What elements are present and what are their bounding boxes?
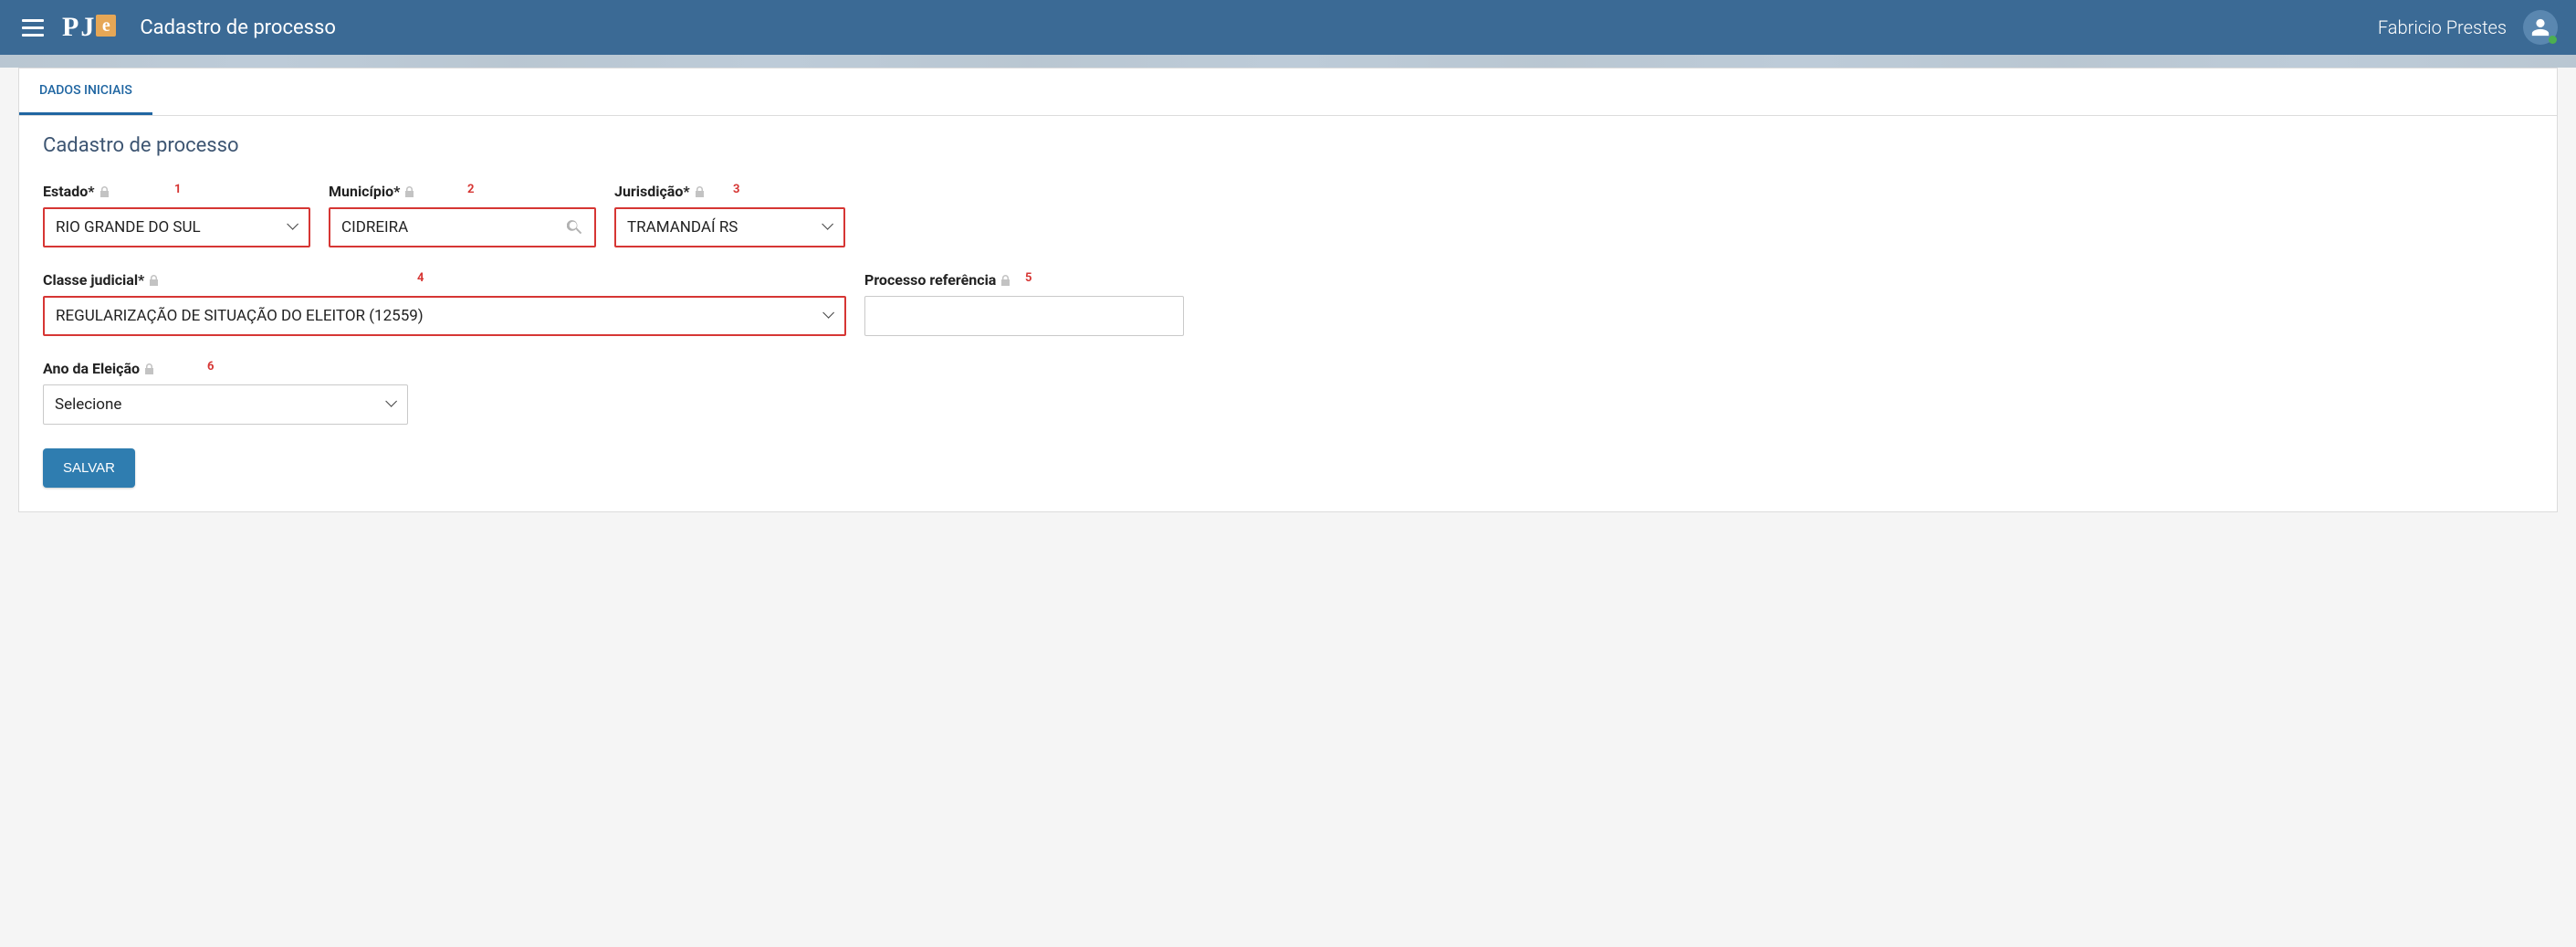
label-estado-text: Estado* [43, 183, 95, 200]
main-card: DADOS INICIAIS Cadastro de processo 1 Es… [18, 68, 2558, 512]
logo-letter-j: J [80, 12, 94, 43]
field-ano-eleicao: 6 Ano da Eleição Selecione [43, 360, 408, 425]
select-estado-value: RIO GRANDE DO SUL [56, 218, 201, 237]
lock-icon [145, 363, 154, 374]
field-classe-judicial: 4 Classe judicial* REGULARIZAÇÃO DE SITU… [43, 271, 846, 336]
content-wrapper: DADOS INICIAIS Cadastro de processo 1 Es… [0, 68, 2576, 531]
user-name[interactable]: Fabricio Prestes [2378, 16, 2507, 38]
page-title: Cadastro de processo [140, 16, 336, 39]
annotation-2: 2 [467, 183, 474, 196]
field-estado: 1 Estado* RIO GRANDE DO SUL [43, 183, 310, 247]
annotation-5: 5 [1025, 271, 1031, 285]
label-jurisdicao: Jurisdição* [614, 183, 845, 200]
select-classe-value: REGULARIZAÇÃO DE SITUAÇÃO DO ELEITOR (12… [56, 307, 424, 325]
label-municipio: Município* [329, 183, 596, 200]
select-ano-value: Selecione [55, 395, 121, 414]
chevron-down-icon [287, 222, 298, 233]
label-classe-text: Classe judicial* [43, 271, 144, 289]
app-logo[interactable]: P J e [62, 12, 116, 43]
chevron-down-icon [385, 399, 396, 410]
field-processo-referencia: 5 Processo referência [864, 271, 1184, 336]
form-row-2: 4 Classe judicial* REGULARIZAÇÃO DE SITU… [43, 271, 2533, 336]
annotation-1: 1 [174, 183, 181, 196]
tab-dados-iniciais[interactable]: DADOS INICIAIS [19, 68, 152, 115]
chevron-down-icon [822, 310, 833, 321]
label-municipio-text: Município* [329, 183, 400, 200]
label-ano-text: Ano da Eleição [43, 360, 140, 377]
app-header: P J e Cadastro de processo Fabricio Pres… [0, 0, 2576, 55]
field-municipio: 2 Município* CIDREIRA [329, 183, 596, 247]
menu-hamburger-icon[interactable] [18, 16, 47, 40]
form-area: Cadastro de processo 1 Estado* RIO GRAND… [19, 116, 2557, 511]
search-icon [567, 219, 583, 236]
tab-bar: DADOS INICIAIS [19, 68, 2557, 116]
annotation-3: 3 [733, 183, 739, 196]
avatar[interactable] [2523, 10, 2558, 45]
lock-icon [150, 275, 159, 286]
save-button[interactable]: SALVAR [43, 448, 135, 488]
annotation-6: 6 [207, 360, 214, 374]
label-processo-ref-text: Processo referência [864, 271, 996, 289]
chevron-down-icon [822, 222, 832, 233]
field-jurisdicao: 3 Jurisdição* TRAMANDAÍ RS [614, 183, 845, 247]
select-estado[interactable]: RIO GRANDE DO SUL [43, 207, 310, 247]
lock-icon [1001, 275, 1011, 286]
lock-icon [696, 186, 705, 197]
select-classe-judicial[interactable]: REGULARIZAÇÃO DE SITUAÇÃO DO ELEITOR (12… [43, 296, 846, 336]
lock-icon [100, 186, 110, 197]
label-classe-judicial: Classe judicial* [43, 271, 846, 289]
status-indicator-online [2549, 36, 2557, 44]
label-processo-referencia: Processo referência [864, 271, 1184, 289]
select-jurisdicao-value: TRAMANDAÍ RS [627, 218, 738, 237]
combobox-municipio[interactable]: CIDREIRA [329, 207, 596, 247]
user-icon [2530, 17, 2550, 37]
annotation-4: 4 [417, 271, 424, 285]
form-title: Cadastro de processo [43, 134, 2533, 157]
decorative-divider [0, 55, 2576, 68]
label-jurisdicao-text: Jurisdição* [614, 183, 690, 200]
form-row-1: 1 Estado* RIO GRANDE DO SUL 2 Município* [43, 183, 2533, 247]
header-right: Fabricio Prestes [2378, 10, 2558, 45]
form-row-3: 6 Ano da Eleição Selecione [43, 360, 2533, 425]
select-ano-eleicao[interactable]: Selecione [43, 384, 408, 425]
header-left: P J e Cadastro de processo [18, 12, 336, 43]
logo-letter-e: e [96, 15, 116, 37]
combobox-municipio-value: CIDREIRA [341, 218, 408, 237]
logo-letter-p: P [62, 12, 79, 43]
input-processo-referencia[interactable] [864, 296, 1184, 336]
lock-icon [405, 186, 414, 197]
label-ano-eleicao: Ano da Eleição [43, 360, 408, 377]
select-jurisdicao[interactable]: TRAMANDAÍ RS [614, 207, 845, 247]
